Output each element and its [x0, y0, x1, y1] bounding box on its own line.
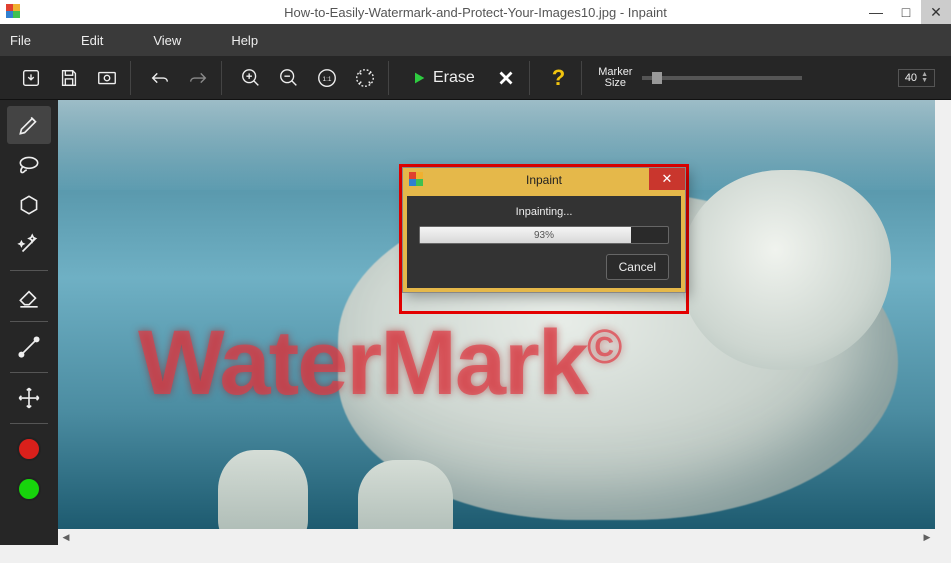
gallery-button[interactable]: [90, 61, 124, 95]
tool-line[interactable]: [7, 328, 51, 366]
save-button[interactable]: [52, 61, 86, 95]
erase-button[interactable]: Erase: [401, 69, 485, 87]
menu-edit[interactable]: Edit: [81, 33, 103, 48]
clear-selection-button[interactable]: [489, 61, 523, 95]
tool-lasso[interactable]: [7, 146, 51, 184]
window-title: How-to-Easily-Watermark-and-Protect-Your…: [284, 5, 667, 20]
marker-size-control: Marker Size: [588, 67, 812, 89]
open-button[interactable]: [14, 61, 48, 95]
tool-marker[interactable]: [7, 106, 51, 144]
dialog-status-text: Inpainting...: [419, 206, 669, 218]
marker-size-label: Marker Size: [598, 67, 632, 89]
menubar: File Edit View Help: [0, 24, 951, 56]
color-red[interactable]: [7, 430, 51, 468]
scroll-left-arrow[interactable]: ◀: [58, 529, 74, 545]
tool-eraser[interactable]: [7, 277, 51, 315]
sidebar-separator: [10, 423, 48, 424]
dialog-close-button[interactable]: ✕: [649, 168, 685, 190]
window-minimize-button[interactable]: —: [861, 0, 891, 24]
tool-move[interactable]: [7, 379, 51, 417]
statusbar: [0, 545, 951, 563]
canvas-area[interactable]: WaterMark© Inpaint ✕ Inpainting... 93% C…: [58, 100, 951, 545]
zoom-out-button[interactable]: [272, 61, 306, 95]
help-button[interactable]: ?: [542, 65, 575, 91]
svg-text:1:1: 1:1: [323, 75, 332, 82]
window-titlebar: How-to-Easily-Watermark-and-Protect-Your…: [0, 0, 951, 24]
sidebar: [0, 100, 58, 545]
tool-magic-wand[interactable]: [7, 226, 51, 264]
sidebar-separator: [10, 321, 48, 322]
window-maximize-button[interactable]: □: [891, 0, 921, 24]
redo-button[interactable]: [181, 61, 215, 95]
menu-file[interactable]: File: [10, 33, 31, 48]
menu-view[interactable]: View: [153, 33, 181, 48]
zoom-in-button[interactable]: [234, 61, 268, 95]
progress-bar: 93%: [419, 226, 669, 244]
toolbar: 1:1 Erase ? Marker Size 40 ▲▼: [0, 56, 951, 100]
marker-size-value[interactable]: 40 ▲▼: [898, 69, 935, 87]
app-icon: [6, 4, 20, 18]
sidebar-separator: [10, 372, 48, 373]
watermark-text: WaterMark©: [138, 310, 620, 416]
tool-polygon[interactable]: [7, 186, 51, 224]
play-icon: [411, 70, 427, 86]
dialog-title-text: Inpaint: [526, 173, 562, 187]
progress-dialog: Inpaint ✕ Inpainting... 93% Cancel: [402, 167, 686, 293]
zoom-actual-button[interactable]: 1:1: [310, 61, 344, 95]
window-close-button[interactable]: ✕: [921, 0, 951, 24]
sidebar-separator: [10, 270, 48, 271]
scrollbar-vertical[interactable]: [935, 100, 951, 545]
zoom-fit-button[interactable]: [348, 61, 382, 95]
slider-thumb[interactable]: [652, 72, 662, 84]
scroll-right-arrow[interactable]: ▶: [919, 529, 935, 545]
menu-help[interactable]: Help: [231, 33, 258, 48]
dialog-titlebar[interactable]: Inpaint ✕: [403, 168, 685, 192]
undo-button[interactable]: [143, 61, 177, 95]
color-green[interactable]: [7, 470, 51, 508]
progress-percent-text: 93%: [420, 227, 668, 243]
dialog-cancel-button[interactable]: Cancel: [606, 254, 669, 280]
stepper-icon[interactable]: ▲▼: [921, 72, 928, 84]
app-icon: [409, 172, 423, 189]
scrollbar-horizontal[interactable]: ◀ ▶: [58, 529, 935, 545]
marker-size-slider[interactable]: [642, 76, 802, 80]
